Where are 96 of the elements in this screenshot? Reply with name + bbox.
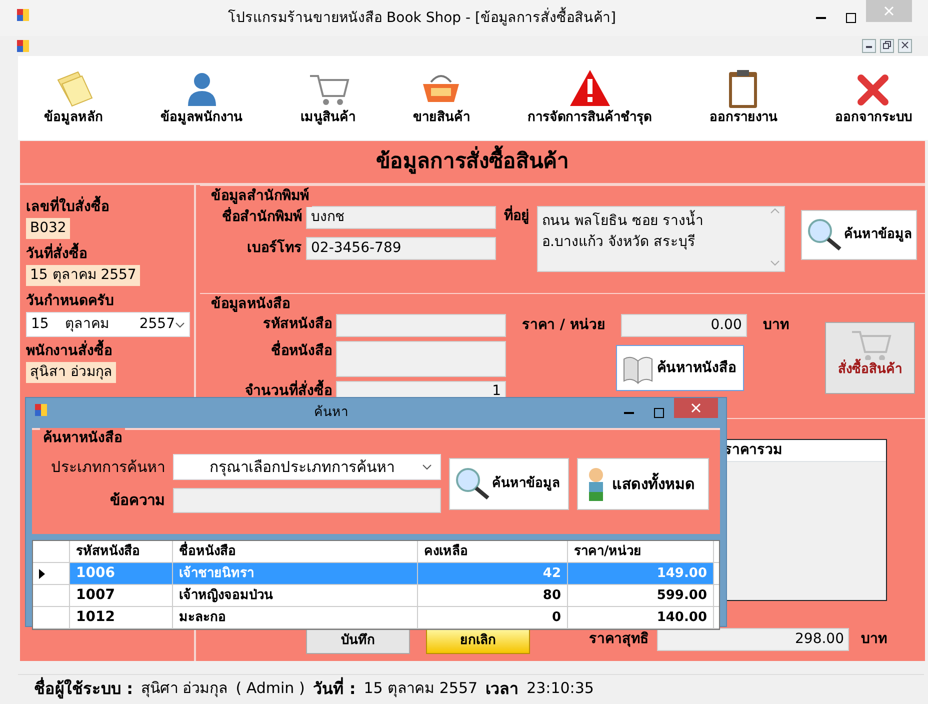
table-cell: 149.00: [568, 563, 714, 584]
close-button[interactable]: [674, 398, 718, 418]
search-icon: [806, 217, 842, 253]
column-header: คงเหลือ: [418, 541, 568, 562]
toolbar-button[interactable]: ขายสินค้า: [408, 68, 474, 128]
cancel-button[interactable]: ยกเลิก: [426, 628, 530, 654]
total-label: ราคาสุทธิ: [589, 630, 649, 649]
field-label: วันกำหนดครับ: [26, 292, 115, 311]
date-picker[interactable]: 15 ตุลาคม 2557: [26, 312, 190, 337]
table-cell: 1006: [70, 563, 173, 584]
table-cell: 1007: [70, 585, 173, 606]
status-time: 23:10:35: [526, 678, 594, 700]
order-date: 15 ตุลาคม 2557: [26, 265, 140, 286]
employee-name: สุนิสา อ่วมกุล: [26, 362, 116, 383]
field-label: ที่อยู่: [504, 206, 529, 272]
table-cell: เจ้าหญิงจอมป่วน: [173, 585, 418, 606]
restore-icon: [883, 40, 891, 48]
unit-label: บาท: [861, 630, 887, 649]
field-label: ชื่อหนังสือ: [206, 341, 332, 362]
caret-icon: [175, 320, 185, 328]
field-label: จำนวนที่สั่งซื้อ: [206, 381, 332, 402]
toolbar-button[interactable]: ออกรายงาน: [705, 68, 782, 128]
table-cell: 42: [418, 563, 568, 584]
field-label: วันที่สั่งซื้อ: [26, 244, 190, 265]
search-text-field[interactable]: [173, 488, 441, 513]
table-cell: 599.00: [568, 585, 714, 606]
table-cell: เจ้าชายนิทรา: [173, 563, 418, 584]
field-label: พนักงานสั่งซื้อ: [26, 341, 190, 362]
book-code-field[interactable]: [336, 314, 506, 337]
group-title: ข้อมูลสำนักพิมพ์: [208, 186, 312, 207]
book-name-field[interactable]: [336, 341, 506, 377]
table-cell: 80: [418, 585, 568, 606]
field-label: เบอร์โทร: [246, 238, 302, 258]
search-icon: [454, 466, 490, 502]
field-label: รหัสหนังสือ: [262, 315, 332, 334]
dialog-title: ค้นหา: [313, 404, 349, 422]
toolbar-button[interactable]: ข้อมูลพนักงาน: [156, 68, 247, 128]
mdi-close-button[interactable]: [898, 39, 912, 53]
minimize-icon: [624, 412, 634, 414]
toolbar-button[interactable]: เมนูสินค้า: [296, 68, 360, 128]
search-info-button[interactable]: ค้นหาข้อมูล: [449, 458, 569, 510]
column-header: รหัสหนังสือ: [70, 541, 173, 562]
address-line: ถนน พลโยธิน ซอย รางน้ำ: [542, 211, 770, 232]
user-role: ( Admin ): [236, 678, 305, 700]
close-icon: [884, 6, 894, 16]
table-cell: 0: [418, 607, 568, 628]
user-name: สุนิศา อ่วมกุล: [140, 678, 228, 700]
status-label: ชื่อผู้ใช้ระบบ :: [34, 676, 133, 700]
maximize-icon: [846, 13, 856, 23]
toolbar-button[interactable]: ข้อมูลหลัก: [40, 68, 107, 128]
window-title: โปรแกรมร้านขายหนังสือ Book Shop - [ข้อมูลการสั่งซื้อสินค้า]: [38, 8, 806, 28]
field-label: ข้อความ: [109, 490, 165, 512]
publisher-name-field[interactable]: บงกช: [306, 206, 496, 229]
save-button[interactable]: บันทึก: [306, 628, 410, 654]
row-pointer-icon: [39, 568, 45, 578]
search-type-dropdown[interactable]: กรุณาเลือกประเภทการค้นหา: [173, 454, 441, 480]
status-label: วันที่ :: [312, 676, 356, 700]
address-field[interactable]: ถนน พลโยธิน ซอย รางน้ำ อ.บางแก้ว จังหวัด สระบุรี: [537, 206, 785, 272]
toolbar-button[interactable]: การจัดการสินค้าชำรุด: [524, 68, 656, 128]
toolbar-button[interactable]: ออกจากระบบ: [830, 68, 916, 128]
field-label: ชื่อสำนักพิมพ์: [221, 207, 302, 227]
field-label: ราคา / หน่วย: [522, 316, 605, 335]
total-field[interactable]: 298.00: [657, 628, 849, 651]
close-icon: [901, 40, 909, 48]
app-icon: [34, 402, 48, 417]
search-info-button[interactable]: ค้นหาข้อมูล: [801, 210, 917, 260]
order-number: B032: [26, 218, 70, 239]
mdi-minimize-button[interactable]: [862, 39, 876, 53]
table-cell: 1012: [70, 607, 173, 628]
column-header: ชื่อหนังสือ: [173, 541, 418, 562]
address-line: อ.บางแก้ว จังหวัด สระบุรี: [542, 233, 696, 252]
app-icon: [16, 39, 30, 53]
table-cell: 140.00: [568, 607, 714, 628]
app-icon: [16, 8, 30, 22]
show-all-button[interactable]: แสดงทั้งหมด: [577, 458, 709, 510]
price-field[interactable]: 0.00: [620, 314, 747, 337]
status-date: 15 ตุลาคม 2557: [364, 678, 478, 700]
warning-icon: [568, 68, 612, 108]
field-label: เลขที่ใบสั่งซื้อ: [26, 197, 190, 218]
caret-icon: [422, 463, 432, 471]
search-book-button[interactable]: ค้นหาหนังสือ: [616, 345, 744, 391]
form-title: ข้อมูลการสั่งซื้อสินค้า: [20, 141, 925, 185]
unit-label: บาท: [762, 316, 789, 335]
phone-field[interactable]: 02-3456-789: [306, 237, 496, 260]
close-icon: [691, 403, 701, 413]
mdi-restore-button[interactable]: [880, 39, 894, 53]
column-header: ราคา/หน่วย: [568, 541, 714, 562]
field-label: ประเภทการค้นหา: [50, 456, 165, 478]
maximize-icon: [654, 408, 664, 418]
table-row[interactable]: 1012 มะละกอ 0 140.00: [33, 607, 719, 629]
table-row[interactable]: 1007 เจ้าหญิงจอมป่วน 80 599.00: [33, 585, 719, 607]
minimize-icon: [816, 17, 826, 19]
table-cell: มะละกอ: [173, 607, 418, 628]
minimize-icon: [866, 46, 872, 48]
status-label: เวลา: [486, 678, 519, 700]
scrollbar-icon: [770, 207, 780, 267]
